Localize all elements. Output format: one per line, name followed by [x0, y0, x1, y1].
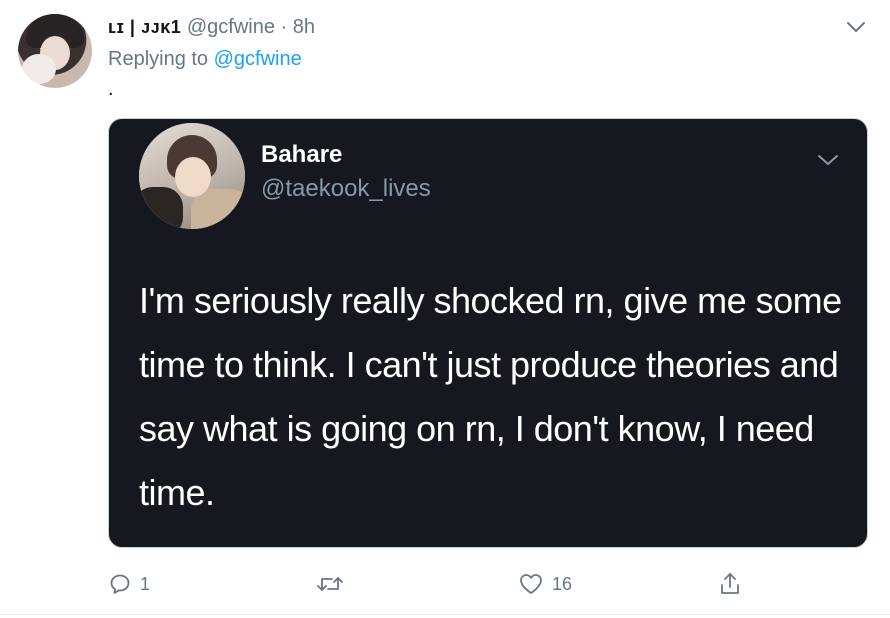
reply-count: 1: [140, 573, 151, 594]
tweet-divider: [0, 614, 890, 615]
heart-icon: [520, 574, 542, 594]
author-display-name[interactable]: ʟɪ | ᴊᴊᴋ1: [108, 17, 181, 37]
replying-to-line: Replying to @gcfwine: [108, 48, 302, 71]
author-handle[interactable]: @gcfwine: [187, 16, 275, 38]
tweet[interactable]: ʟɪ | ᴊᴊᴋ1 @gcfwine · 8h Replying to @gcf…: [0, 0, 890, 618]
chevron-down-icon[interactable]: [846, 20, 866, 34]
quoted-author-handle: @taekook_lives: [261, 175, 431, 202]
header-separator: ·: [280, 16, 288, 38]
like-button[interactable]: 16: [518, 566, 572, 602]
quoted-tweet-text: I'm seriously really shocked rn, give me…: [139, 280, 842, 513]
replying-to-label: Replying to: [108, 48, 214, 70]
like-count: 16: [552, 573, 573, 594]
tweet-header: ʟɪ | ᴊᴊᴋ1 @gcfwine · 8h: [108, 16, 315, 39]
quoted-chevron-down-icon: [818, 155, 838, 165]
tweet-text: .: [108, 78, 114, 100]
replying-to-link[interactable]: @gcfwine: [214, 48, 302, 70]
quoted-author-name: Bahare: [261, 141, 343, 168]
avatar-hand: [22, 54, 56, 84]
tweet-timestamp[interactable]: 8h: [293, 16, 315, 38]
reply-button[interactable]: 1: [108, 566, 150, 602]
retweet-icon: [317, 577, 343, 591]
share-icon: [721, 573, 739, 594]
author-avatar[interactable]: [18, 14, 92, 88]
quoted-author-avatar: [139, 123, 245, 229]
share-button[interactable]: [718, 566, 742, 602]
reply-icon: [110, 574, 130, 594]
retweet-button[interactable]: [316, 566, 352, 602]
tweet-actions: 1 16: [108, 566, 748, 602]
quoted-tweet-image[interactable]: Bahare @taekook_lives I'm seriously real…: [108, 118, 868, 548]
quoted-avatar-shadow: [139, 187, 183, 229]
quoted-avatar-face: [175, 157, 211, 197]
